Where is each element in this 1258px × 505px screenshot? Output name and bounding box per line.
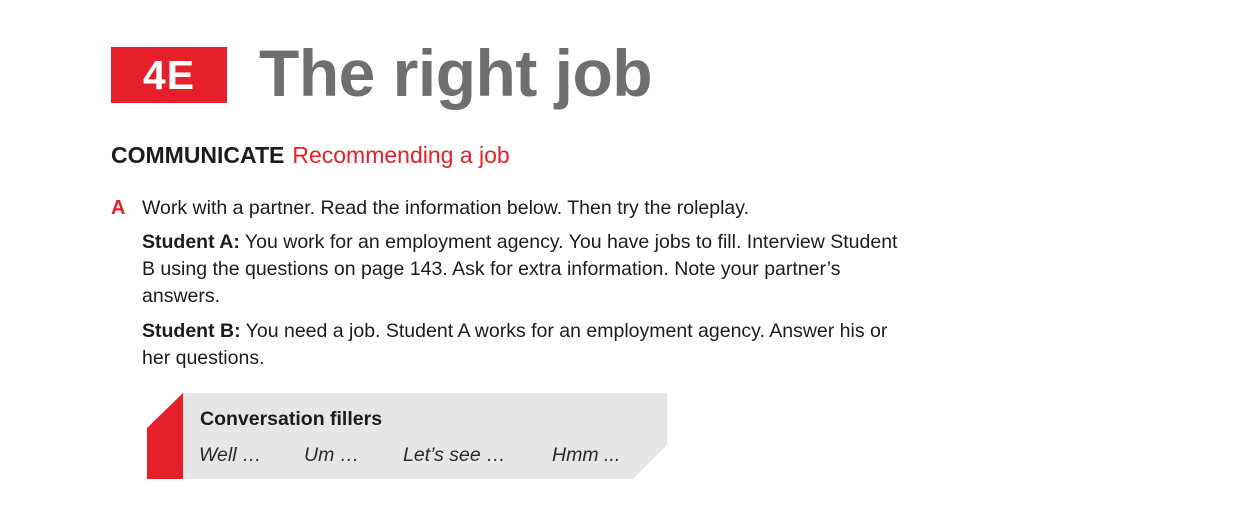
role-label: Student A:: [142, 231, 240, 253]
filler-item: Let’s see …: [403, 444, 506, 466]
conversation-fillers-box: Conversation fillers Well … Um … Let’s s…: [147, 393, 667, 479]
filler-item: Um …: [304, 444, 360, 466]
section-heading: COMMUNICATE Recommending a job: [111, 141, 510, 169]
role-label: Student B:: [142, 320, 241, 342]
role-text: You need a job. Student A works for an e…: [142, 320, 888, 369]
task-letter: A: [111, 197, 126, 219]
filler-item: Well …: [199, 444, 262, 466]
fillers-accent-tab: [147, 393, 183, 479]
role-text: You work for an employment agency. You h…: [142, 231, 898, 307]
section-subtitle: Recommending a job: [292, 142, 510, 168]
unit-badge: 4E: [111, 47, 227, 103]
role-student-b: Student B: You need a job. Student A wor…: [142, 318, 902, 372]
filler-item: Hmm ...: [552, 444, 621, 466]
page-title: The right job: [259, 36, 653, 110]
role-student-a: Student A: You work for an employment ag…: [142, 229, 902, 310]
section-label: COMMUNICATE: [111, 142, 285, 168]
unit-code: 4E: [142, 52, 196, 98]
task-instruction: Work with a partner. Read the informatio…: [142, 197, 749, 219]
fillers-title: Conversation fillers: [200, 408, 383, 430]
